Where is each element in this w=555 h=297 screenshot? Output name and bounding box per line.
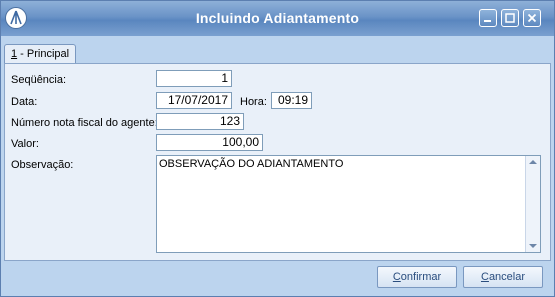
tab-principal[interactable]: 1 - Principal [4,44,76,64]
maximize-button[interactable] [501,9,519,27]
minimize-button[interactable] [479,9,497,27]
cancelar-button[interactable]: Cancelar [463,266,543,288]
nota-fiscal-label: Número nota fiscal do agente: [11,117,158,129]
title-bar[interactable]: Incluindo Adiantamento [1,1,554,37]
confirmar-label: onfirmar [400,271,442,283]
minimize-icon [484,20,491,22]
window-title: Incluindo Adiantamento [195,10,360,26]
nota-fiscal-field[interactable]: 123 [156,113,244,130]
sequencia-field[interactable]: 1 [156,70,232,87]
hora-field[interactable]: 09:19 [271,92,312,109]
close-icon [527,13,537,23]
data-label: Data: [11,96,38,108]
tab-principal-label: - Principal [17,48,70,60]
observacao-label: Observação: [11,159,74,171]
tab-strip: 1 - Principal [1,36,554,64]
hora-label: Hora: [240,96,267,108]
valor-label: Valor: [11,138,39,150]
dialog-footer: Confirmar Cancelar [1,263,554,296]
close-button[interactable] [523,9,541,27]
observacao-scrollbar[interactable] [525,156,540,252]
observacao-textarea[interactable]: OBSERVAÇÃO DO ADIANTAMENTO [156,155,541,253]
sequencia-label: Seqüência: [11,74,67,86]
scroll-up-icon[interactable] [529,160,537,164]
scroll-down-icon[interactable] [529,244,537,248]
tab-panel-principal: Seqüência: 1 Data: 17/07/2017 Hora: 09:1… [4,63,551,261]
observacao-text: OBSERVAÇÃO DO ADIANTAMENTO [159,158,344,170]
confirmar-button[interactable]: Confirmar [377,266,457,288]
dialog-window: Incluindo Adiantamento 1 - Principal Seq… [0,0,555,297]
cancelar-label: ancelar [488,271,526,283]
maximize-icon [505,13,515,23]
cancelar-hotkey: C [480,271,489,283]
data-field[interactable]: 17/07/2017 [156,92,232,109]
valor-field[interactable]: 100,00 [156,134,263,151]
confirmar-hotkey: C [392,271,401,283]
